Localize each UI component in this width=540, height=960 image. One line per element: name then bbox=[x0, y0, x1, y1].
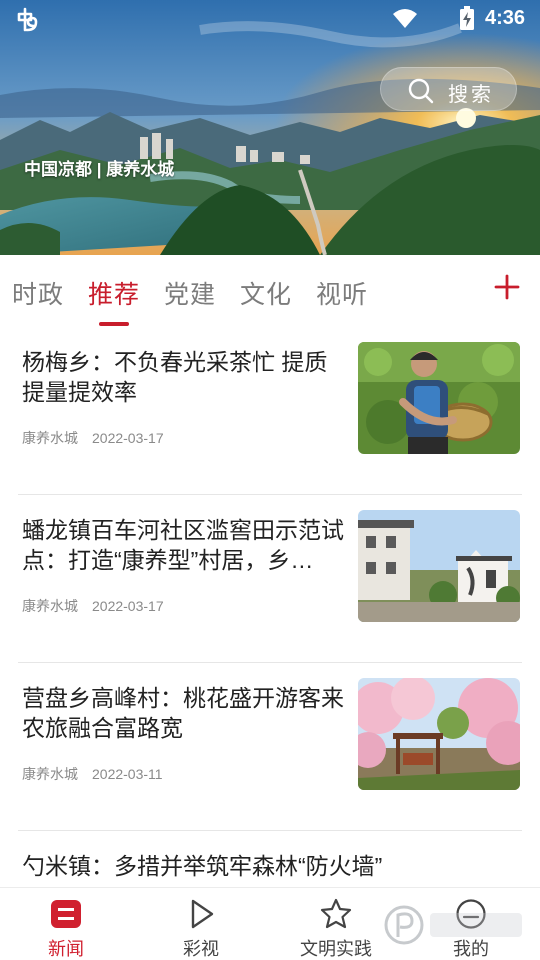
news-title: 勺米镇：多措并举筑牢森林“防火墙” bbox=[22, 853, 383, 879]
wifi-icon bbox=[393, 9, 417, 28]
news-meta: 康养水城 2022-03-17 bbox=[22, 596, 164, 616]
plus-icon[interactable] bbox=[493, 273, 521, 301]
search-button[interactable]: 搜索 bbox=[380, 67, 517, 111]
news-item[interactable]: 杨梅乡：不负春光采茶忙 提质提量提效率 康养水城 2022-03-17 bbox=[18, 327, 522, 495]
nav-label: 新闻 bbox=[48, 939, 84, 959]
news-meta: 康养水城 2022-03-11 bbox=[22, 764, 163, 784]
news-source: 康养水城 bbox=[22, 430, 78, 446]
tab-shiting[interactable]: 视听 bbox=[316, 275, 368, 311]
news-item[interactable]: 蟠龙镇百车河社区滥窖田示范试点：打造“康养型”村居，乡… 康养水城 2022-03… bbox=[18, 495, 522, 663]
nav-label: 文明实践 bbox=[300, 939, 372, 959]
news-source: 康养水城 bbox=[22, 766, 78, 782]
news-title: 营盘乡高峰村：桃花盛开游客来 农旅融合富路宽 bbox=[22, 685, 344, 741]
status-bar: 4:36 bbox=[0, 0, 540, 38]
watermark-logo bbox=[384, 905, 522, 945]
play-icon bbox=[191, 899, 214, 929]
nav-label: 彩视 bbox=[183, 939, 219, 959]
tab-wenhua[interactable]: 文化 bbox=[240, 275, 292, 311]
nav-news[interactable]: 新闻 bbox=[16, 888, 116, 960]
search-label: 搜索 bbox=[448, 84, 494, 106]
news-date: 2022-03-17 bbox=[92, 598, 164, 614]
tab-tuijian[interactable]: 推荐 bbox=[88, 275, 140, 311]
battery-charging-icon bbox=[460, 6, 474, 30]
news-meta: 康养水城 2022-03-17 bbox=[22, 428, 164, 448]
news-title: 蟠龙镇百车河社区滥窖田示范试点：打造“康养型”村居，乡… bbox=[22, 517, 344, 573]
village-houses-photo bbox=[358, 510, 520, 622]
category-tabs: 时政 推荐 党建 文化 视听 bbox=[0, 255, 540, 327]
hero-banner[interactable]: 4:36 搜索 中国凉都 | 康养水城 bbox=[0, 0, 540, 255]
hero-caption: 中国凉都 | 康养水城 bbox=[24, 160, 175, 179]
search-icon bbox=[408, 78, 434, 104]
news-icon bbox=[51, 900, 81, 928]
active-tab-indicator bbox=[99, 322, 129, 326]
tea-picking-photo bbox=[358, 342, 520, 454]
status-time: 4:36 bbox=[485, 7, 526, 29]
hero-landscape-image bbox=[0, 0, 540, 255]
news-date: 2022-03-11 bbox=[92, 766, 163, 782]
nav-caishi[interactable]: 彩视 bbox=[151, 888, 251, 960]
news-item[interactable]: 营盘乡高峰村：桃花盛开游客来 农旅融合富路宽 康养水城 2022-03-11 bbox=[18, 663, 522, 831]
peach-blossom-photo bbox=[358, 678, 520, 790]
nav-wenming[interactable]: 文明实践 bbox=[286, 888, 386, 960]
app-logo-icon bbox=[17, 7, 38, 32]
star-icon bbox=[320, 898, 352, 929]
news-date: 2022-03-17 bbox=[92, 430, 164, 446]
tab-dangjian[interactable]: 党建 bbox=[164, 275, 216, 311]
news-title: 杨梅乡：不负春光采茶忙 提质提量提效率 bbox=[22, 349, 328, 405]
tab-shizheng[interactable]: 时政 bbox=[12, 275, 64, 311]
news-source: 康养水城 bbox=[22, 598, 78, 614]
